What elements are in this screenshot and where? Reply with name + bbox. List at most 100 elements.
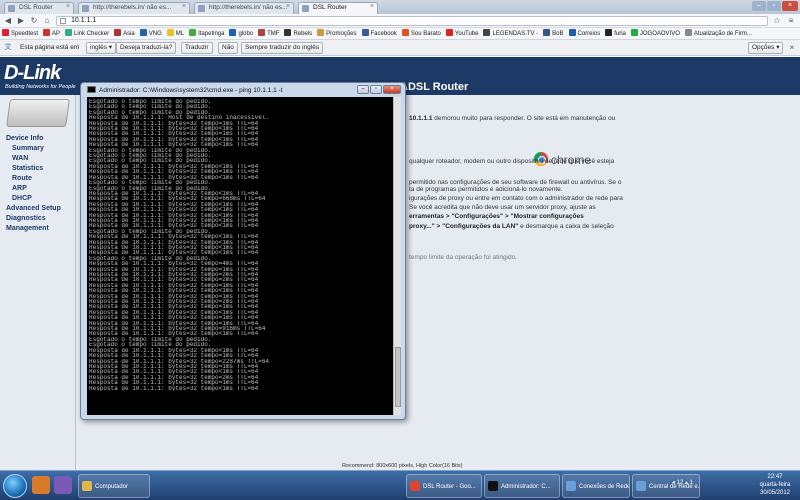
tab-title: DSL Router (313, 4, 347, 11)
translate-infobar: 文 Esta página está em inglês ▾ Deseja tr… (0, 40, 800, 56)
bookmarks-bar: Speedtest AP Link Checker Asia VNG ML Itapetin… (0, 28, 800, 40)
translate-button[interactable]: Traduzir (181, 42, 213, 54)
tab-dsl-router-active[interactable]: DSL Router × (298, 2, 378, 14)
close-tab-icon[interactable]: × (370, 3, 374, 10)
bookmark-item[interactable]: AP (43, 28, 61, 39)
bookmark-item[interactable]: Sou Barato (401, 28, 441, 39)
sidebar-item-diagnostics[interactable]: Diagnostics (6, 215, 46, 222)
taskbar-item[interactable]: Computador (78, 474, 150, 498)
maximize-window-button[interactable]: ▫ (767, 1, 781, 11)
forward-arrow-icon[interactable]: ▶ (16, 16, 26, 26)
tab-dsl-router-1[interactable]: DSL Router × (4, 2, 74, 14)
bookmark-item[interactable]: Speedtest (2, 28, 38, 39)
bookmark-item[interactable]: Atualização de Firm... (684, 28, 752, 39)
sidebar-item-summary[interactable]: Summary (12, 145, 44, 152)
bookmark-item[interactable]: JOGOAOVIVO (630, 28, 680, 39)
start-button[interactable] (3, 474, 27, 498)
system-tray[interactable]: ◂ 12 ▴ 1 (672, 479, 693, 486)
bookmark-item[interactable]: Link Checker (65, 28, 109, 39)
dlink-tagline: Building Networks for People (5, 84, 76, 90)
reload-icon[interactable]: ↻ (29, 16, 39, 26)
error-text-line: 10.1.1.1 demorou muito para responder. O… (409, 115, 615, 122)
bookmark-item[interactable]: Facebook (361, 28, 397, 39)
pinned-app-icon[interactable] (54, 476, 72, 494)
cmd-window[interactable]: Administrador: C:\Windows\system32\cmd.e… (80, 82, 406, 420)
tab-therebels-2[interactable]: http://therebels.in/ não es... × (194, 2, 294, 14)
bookmark-label: JOGOAOVIVO (639, 31, 680, 37)
bookmark-label: BoB (552, 31, 564, 37)
bookmark-label: Atualização de Firm... (693, 31, 752, 37)
bookmark-label: AP (52, 31, 61, 37)
bookmark-favicon-icon (630, 29, 638, 36)
close-tab-icon[interactable]: × (286, 3, 290, 10)
bookmark-item[interactable]: Itapetinga (189, 28, 225, 39)
address-bar[interactable]: 10.1.1.1 (56, 16, 768, 26)
close-window-button[interactable]: × (782, 1, 798, 11)
bookmark-favicon-icon (543, 29, 551, 36)
sidebar-item-arp[interactable]: ARP (12, 185, 27, 192)
language-select[interactable]: inglês ▾ (86, 42, 117, 54)
taskbar-item[interactable]: Administrador: C... (484, 474, 560, 498)
bookmark-item[interactable]: furia (605, 28, 626, 39)
cmd-minimize-button[interactable]: – (357, 85, 369, 94)
cmd-close-button[interactable]: × (383, 85, 401, 94)
sidebar-item-device-info[interactable]: Device Info (6, 135, 43, 142)
close-tab-icon[interactable]: × (182, 3, 186, 10)
bookmark-item[interactable]: Rebels (284, 28, 312, 39)
bookmark-item[interactable]: Correios (568, 28, 600, 39)
bookmark-item[interactable]: YouTube (445, 28, 478, 39)
bookmark-item[interactable]: Asia (114, 28, 135, 39)
translate-icon: 文 (4, 44, 12, 51)
bookmark-item[interactable]: BoB (543, 28, 564, 39)
pinned-firefox-icon[interactable] (32, 476, 50, 494)
sidebar-item-management[interactable]: Management (6, 225, 49, 232)
no-translate-button[interactable]: Não (218, 42, 238, 54)
taskbar-item[interactable]: Conexões de Rede (562, 474, 630, 498)
error-text-rest: demorou muito para responder. O site est… (432, 115, 616, 122)
close-tab-icon[interactable]: × (66, 3, 70, 10)
cmd-scroll-thumb[interactable] (395, 347, 401, 407)
page-favicon-icon (302, 5, 309, 12)
bookmark-label: ML (175, 31, 185, 37)
bookmark-item[interactable]: LEGENDAS.TV - (483, 28, 538, 39)
bookmark-item[interactable]: globo (229, 28, 253, 39)
minimize-window-button[interactable]: – (752, 1, 766, 11)
close-infobar-icon[interactable]: × (787, 43, 797, 53)
home-icon[interactable]: ⌂ (42, 16, 52, 26)
back-arrow-icon[interactable]: ◀ (3, 16, 13, 26)
bookmark-star-icon[interactable]: ☆ (772, 16, 782, 26)
taskbar-item[interactable]: DSL Router - Goo... (406, 474, 482, 498)
sidebar-item-dhcp[interactable]: DHCP (12, 195, 32, 202)
cmd-title-bar[interactable]: Administrador: C:\Windows\system32\cmd.e… (87, 86, 283, 94)
translate-options-button[interactable]: Opções ▾ (748, 42, 784, 54)
bookmark-label: Itapetinga (198, 31, 225, 37)
bookmark-item[interactable]: TMF (258, 28, 279, 39)
taskbar-item[interactable]: Central de Rede e... (632, 474, 700, 498)
taskbar-clock[interactable]: 22:47 quarta-feira 30/05/2012 (752, 473, 798, 497)
cmd-scrollbar[interactable] (393, 97, 401, 415)
cmd-console[interactable]: Esgotado o tempo limite do pedido. Esgota… (87, 97, 401, 415)
bookmark-label: Asia (123, 31, 135, 37)
taskbar-app-icon (82, 481, 92, 491)
address-text: 10.1.1.1 (71, 17, 97, 24)
error-text-rest: Se você acredita que não deve usar um se… (409, 204, 596, 211)
bookmark-item[interactable]: Promoções (317, 28, 357, 39)
sidebar-item-route[interactable]: Route (12, 175, 32, 182)
cmd-maximize-button[interactable]: ▫ (370, 85, 382, 94)
error-text-line: permitido nas configurações de seu softw… (409, 179, 621, 186)
bookmark-favicon-icon (229, 29, 237, 36)
cmd-output-line: Resposta de 10.1.1.1: bytes=32 tempo<1ms… (89, 385, 259, 391)
page-favicon-icon (8, 5, 15, 12)
bookmark-item[interactable]: VNG (139, 28, 162, 39)
bookmark-favicon-icon (166, 29, 174, 36)
always-translate-button[interactable]: Sempre traduzir do inglês (241, 42, 324, 54)
bookmark-item[interactable]: ML (166, 28, 185, 39)
bookmark-favicon-icon (605, 29, 613, 36)
wrench-menu-icon[interactable]: ≡ (786, 16, 796, 26)
sidebar-item-wan[interactable]: WAN (12, 155, 28, 162)
tab-therebels-1[interactable]: http://therebels.in/ não es... × (78, 2, 190, 14)
translate-question-button[interactable]: Deseja traduzi-la? (116, 42, 177, 54)
sidebar-item-advanced-setup[interactable]: Advanced Setup (6, 205, 61, 212)
sidebar-item-statistics[interactable]: Statistics (12, 165, 43, 172)
bookmark-favicon-icon (139, 29, 147, 36)
